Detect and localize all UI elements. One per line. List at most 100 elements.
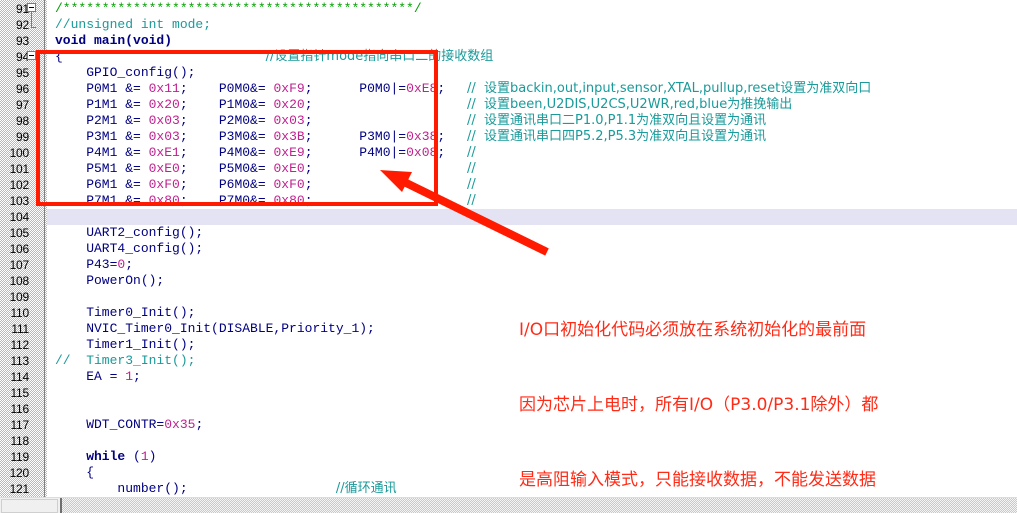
code-token: ; bbox=[304, 113, 313, 128]
code-token: // Timer3_Init(); bbox=[55, 353, 196, 368]
code-token: P43= bbox=[55, 257, 118, 272]
line-number: 111 bbox=[11, 322, 29, 336]
code-token: ; P5M0&= bbox=[179, 161, 274, 176]
code-token: ; P4M0&= bbox=[179, 145, 274, 160]
line-number: 92 bbox=[16, 18, 29, 32]
code-token: ; P0M0&= bbox=[179, 81, 274, 96]
code-token: 0xE9 bbox=[273, 145, 305, 160]
code-token: ; P0M0|= bbox=[304, 81, 407, 96]
code-line[interactable]: GPIO_config(); bbox=[55, 65, 1017, 81]
line-number: 95 bbox=[16, 66, 29, 80]
code-token: 0xE8 bbox=[406, 81, 438, 96]
code-token: /***************************************… bbox=[55, 1, 422, 16]
code-token: 0x03 bbox=[148, 113, 180, 128]
code-token: ; P3M0&= bbox=[179, 129, 274, 144]
gutter-separator bbox=[44, 0, 45, 497]
line-number: 108 bbox=[9, 274, 30, 288]
horizontal-scrollbar[interactable] bbox=[0, 497, 1017, 513]
code-token: P1M1 &= bbox=[55, 97, 149, 112]
line-number: 121 bbox=[9, 482, 30, 496]
line-number: 99 bbox=[16, 130, 29, 144]
line-number: 101 bbox=[9, 162, 30, 176]
code-token: ; bbox=[304, 97, 313, 112]
fold-guide-line bbox=[31, 12, 32, 27]
code-line[interactable]: UART4_config(); bbox=[55, 241, 1017, 257]
code-token: P5M1 &= bbox=[55, 161, 149, 176]
code-token: 0xF9 bbox=[273, 81, 305, 96]
line-number: 112 bbox=[10, 338, 29, 352]
code-token: P7M1 &= bbox=[55, 193, 149, 208]
code-token: P0M1 &= bbox=[55, 81, 149, 96]
line-number: 107 bbox=[9, 258, 30, 272]
code-token: ; bbox=[304, 193, 313, 208]
code-line[interactable]: { //设置指针mode指向串口二的接收数组 bbox=[55, 49, 1017, 65]
code-token: Timer0_Init(); bbox=[55, 305, 196, 320]
code-line[interactable] bbox=[55, 209, 1017, 225]
code-token: P6M1 &= bbox=[55, 177, 149, 192]
line-number: 91 bbox=[16, 2, 29, 16]
code-token: ; bbox=[437, 129, 446, 144]
code-line[interactable]: //unsigned int mode; bbox=[55, 17, 1017, 33]
code-token: ; P4M0|= bbox=[304, 145, 407, 160]
horizontal-scroll-track[interactable] bbox=[62, 498, 1017, 513]
code-token: 0xF0 bbox=[273, 177, 305, 192]
code-token: { bbox=[55, 465, 95, 480]
line-number: 119 bbox=[10, 450, 29, 464]
line-number: 100 bbox=[9, 146, 30, 160]
line-number: 113 bbox=[10, 354, 29, 368]
code-token: ( bbox=[133, 449, 141, 464]
code-token: 0x11 bbox=[148, 81, 180, 96]
line-number: 120 bbox=[9, 466, 30, 480]
code-line[interactable]: UART2_config(); bbox=[55, 225, 1017, 241]
code-token: 0x20 bbox=[148, 97, 180, 112]
code-token: ; P1M0&= bbox=[179, 97, 274, 112]
line-number: 93 bbox=[16, 34, 29, 48]
code-token: ) bbox=[148, 449, 157, 464]
code-token: 0x20 bbox=[273, 97, 305, 112]
side-comment: // 设置backin,out,input,sensor,XTAL,pullup… bbox=[467, 81, 872, 96]
side-comment: // bbox=[467, 145, 476, 160]
line-number: 114 bbox=[10, 370, 29, 384]
line-number: 104 bbox=[9, 210, 30, 224]
code-token: 0x03 bbox=[148, 129, 180, 144]
code-token: 0x38 bbox=[406, 129, 438, 144]
code-token: UART4_config(); bbox=[55, 241, 204, 256]
code-token: 0xE0 bbox=[148, 161, 180, 176]
code-token: ; P6M0&= bbox=[179, 177, 274, 192]
code-token: 1 bbox=[125, 369, 134, 384]
code-line[interactable]: void main(void) bbox=[55, 33, 1017, 49]
code-token: 0x35 bbox=[164, 417, 196, 432]
code-line[interactable]: /***************************************… bbox=[55, 1, 1017, 17]
code-token: { bbox=[55, 49, 63, 64]
line-number: 117 bbox=[10, 418, 29, 432]
horizontal-scroll-thumb[interactable] bbox=[1, 499, 58, 513]
code-token: EA = bbox=[55, 369, 126, 384]
line-number: 116 bbox=[10, 402, 29, 416]
code-token: ; P3M0|= bbox=[304, 129, 407, 144]
line-number: 106 bbox=[9, 242, 30, 256]
code-editor-window: 91 92 93 94 95 96 97 98 99 100 101 102 103 104 105 106 1… bbox=[0, 0, 1017, 513]
code-token: P2M1 &= bbox=[55, 113, 149, 128]
code-token: ; bbox=[437, 81, 446, 96]
code-token: ; bbox=[304, 177, 313, 192]
side-comment: // 设置通讯串口二P1.0,P1.1为准双向且设置为通讯 bbox=[467, 113, 767, 128]
annotation-note-line-2: 因为芯片上电时，所有I/O（P3.0/P3.1除外）都 bbox=[519, 395, 879, 415]
line-number: 115 bbox=[10, 386, 29, 400]
fold-marker-91[interactable] bbox=[27, 3, 36, 12]
side-comment: // 设置been,U2DIS,U2CS,U2WR,red,blue为推挽输出 bbox=[467, 97, 793, 112]
code-token: number(); bbox=[55, 481, 188, 496]
code-token: GPIO_config(); bbox=[55, 65, 196, 80]
code-token: 0xE0 bbox=[273, 161, 305, 176]
code-token: //循环通讯 bbox=[335, 481, 397, 496]
code-token: P3M1 &= bbox=[55, 129, 149, 144]
code-token: 0xE1 bbox=[148, 145, 180, 160]
line-number: 118 bbox=[10, 434, 29, 448]
fold-marker-94[interactable] bbox=[27, 51, 36, 60]
annotation-note-line-3: 是高阻输入模式，只能接收数据，不能发送数据 bbox=[519, 470, 876, 490]
annotation-note: I/O口初始化代码必须放在系统初始化的最前面 因为芯片上电时，所有I/O（P3.… bbox=[519, 268, 878, 513]
fold-guide-corner bbox=[31, 27, 36, 28]
code-token: //unsigned int mode; bbox=[55, 17, 212, 32]
code-token: 1 bbox=[140, 449, 149, 464]
code-token: 0xF0 bbox=[148, 177, 180, 192]
